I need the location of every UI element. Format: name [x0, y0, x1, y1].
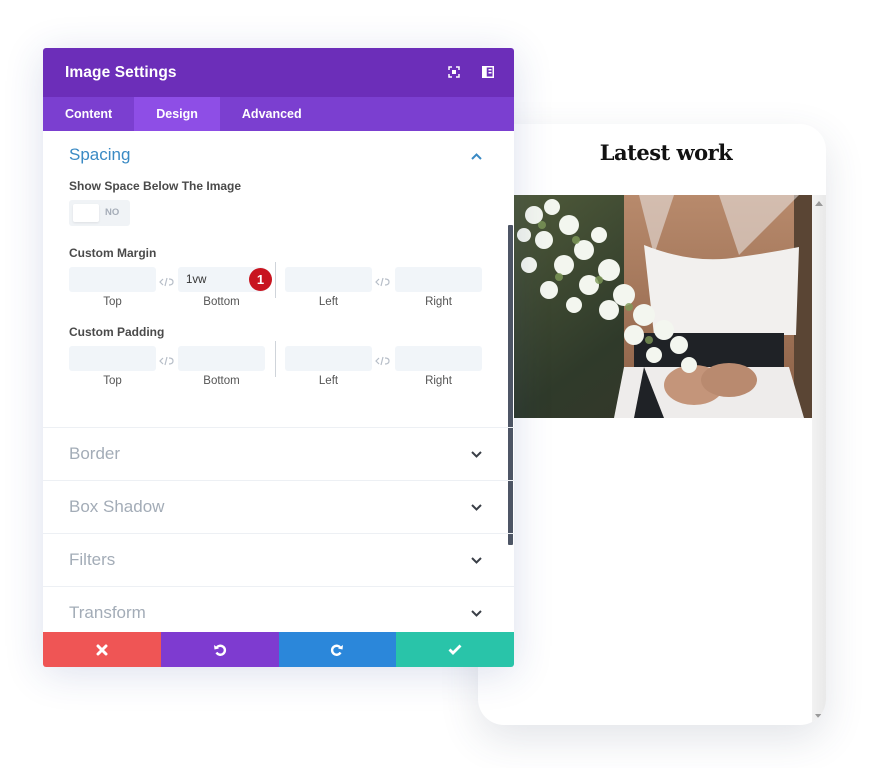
close-icon	[96, 644, 108, 655]
toggle-state-text: NO	[105, 207, 120, 218]
padding-right-input[interactable]	[395, 346, 482, 371]
tab-advanced[interactable]: Advanced	[220, 97, 324, 131]
discard-button[interactable]	[43, 632, 161, 667]
chevron-up-icon[interactable]	[470, 150, 482, 162]
preview-heading: Latest work	[599, 140, 733, 165]
margin-left-caption: Left	[318, 296, 339, 308]
tab-content[interactable]: Content	[43, 97, 134, 131]
fullscreen-icon[interactable]	[446, 63, 462, 81]
check-icon	[448, 644, 462, 655]
link-margin-horizontal-icon[interactable]	[374, 273, 392, 287]
custom-padding-fields: Top Bottom Left Right	[69, 341, 488, 392]
scroll-up-arrow-icon[interactable]	[815, 201, 823, 206]
custom-padding-label: Custom Padding	[69, 325, 165, 339]
margin-right-input[interactable]	[395, 267, 482, 292]
field-divider	[275, 341, 276, 377]
field-divider	[275, 262, 276, 298]
custom-margin-fields: Top Bottom 1 Left	[69, 262, 488, 313]
modal-body: Spacing Show Space Below The Image NO Cu…	[43, 131, 514, 632]
padding-right-caption: Right	[425, 375, 452, 387]
section-spacing-title[interactable]: Spacing	[69, 145, 488, 165]
chevron-down-icon[interactable]	[470, 448, 482, 460]
show-space-toggle[interactable]: NO	[69, 200, 130, 226]
undo-button[interactable]	[160, 632, 279, 667]
section-border-title: Border	[69, 444, 121, 463]
margin-bottom-caption: Bottom	[203, 296, 240, 308]
padding-bottom-input[interactable]	[178, 346, 265, 371]
section-spacing: Spacing Show Space Below The Image NO Cu…	[43, 131, 514, 428]
tab-design[interactable]: Design	[134, 97, 220, 131]
section-filters-title: Filters	[69, 550, 116, 569]
section-filters[interactable]: Filters	[43, 534, 514, 587]
section-box-shadow-title: Box Shadow	[69, 497, 165, 516]
image-settings-modal: Image Settings Content Design Advanced S…	[43, 48, 514, 667]
preview-card: Latest work	[478, 124, 826, 725]
padding-left-caption: Left	[318, 375, 339, 387]
margin-top-caption: Top	[103, 296, 122, 308]
padding-bottom-caption: Bottom	[203, 375, 240, 387]
section-transform-title: Transform	[69, 603, 146, 622]
preview-scrollbar[interactable]	[812, 195, 826, 725]
chevron-down-icon[interactable]	[470, 607, 482, 619]
toggle-knob	[73, 204, 99, 222]
link-padding-vertical-icon[interactable]	[158, 352, 176, 366]
modal-title: Image Settings	[65, 63, 177, 81]
redo-icon	[331, 644, 344, 656]
link-margin-vertical-icon[interactable]	[158, 273, 176, 287]
padding-top-caption: Top	[103, 375, 122, 387]
section-border[interactable]: Border	[43, 428, 514, 481]
redo-button[interactable]	[278, 632, 397, 667]
undo-icon	[213, 644, 226, 656]
margin-top-input[interactable]	[69, 267, 156, 292]
modal-header: Image Settings	[43, 48, 514, 97]
section-transform[interactable]: Transform	[43, 587, 514, 632]
bride-bouquet-image	[514, 195, 812, 418]
tab-bar: Content Design Advanced	[43, 97, 514, 131]
modal-footer	[43, 632, 514, 667]
margin-right-caption: Right	[425, 296, 452, 308]
sidebar-layout-icon[interactable]	[480, 63, 496, 81]
padding-top-input[interactable]	[69, 346, 156, 371]
scroll-down-arrow-icon[interactable]	[815, 714, 823, 719]
section-box-shadow[interactable]: Box Shadow	[43, 481, 514, 534]
link-padding-horizontal-icon[interactable]	[374, 352, 392, 366]
preview-image	[514, 195, 812, 418]
padding-left-input[interactable]	[285, 346, 372, 371]
save-button[interactable]	[396, 632, 514, 667]
custom-margin-label: Custom Margin	[69, 246, 157, 260]
show-space-label: Show Space Below The Image	[69, 179, 242, 193]
margin-left-input[interactable]	[285, 267, 372, 292]
chevron-down-icon[interactable]	[470, 554, 482, 566]
step-badge: 1	[249, 268, 272, 291]
chevron-down-icon[interactable]	[470, 501, 482, 513]
